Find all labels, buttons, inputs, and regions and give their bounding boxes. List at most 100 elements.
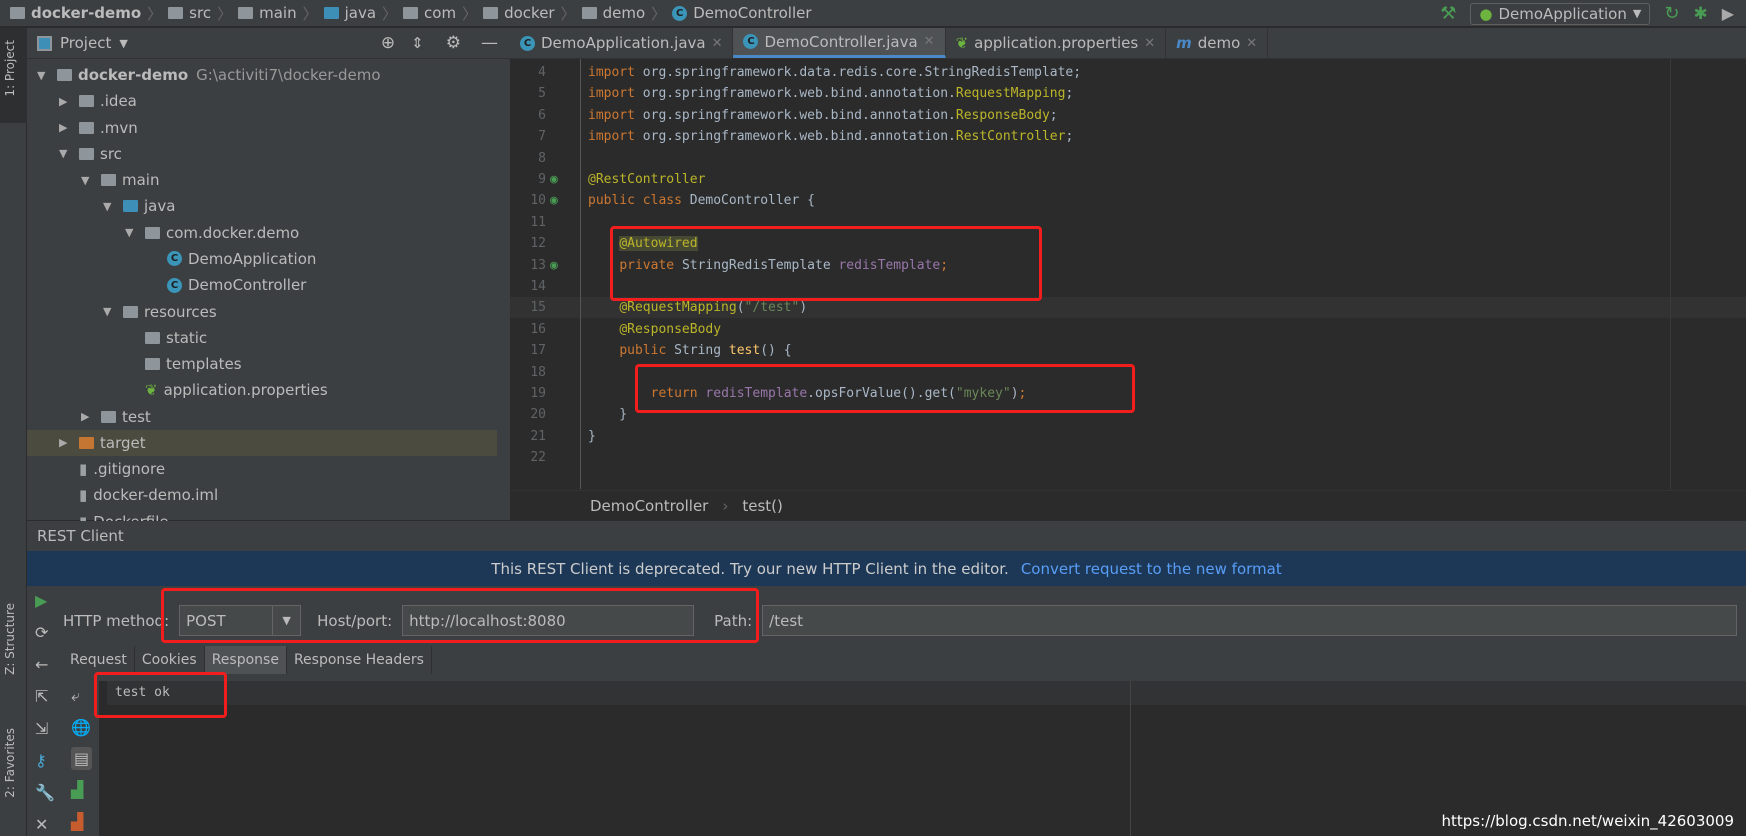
refresh-icon[interactable]: ⟳ <box>35 623 48 642</box>
tree-item[interactable]: ▶ target <box>27 429 497 456</box>
line-number: 16 <box>530 321 546 337</box>
tree-item[interactable]: C DemoApplication <box>27 246 497 272</box>
tree-item[interactable]: ▼ main <box>27 167 497 193</box>
path-input[interactable]: /test <box>762 605 1738 636</box>
run-coverage-icon[interactable]: ▶ <box>1722 4 1734 23</box>
tree-item-label: DemoController <box>188 276 307 295</box>
breadcrumb-item[interactable]: com <box>424 4 456 22</box>
run-config-select[interactable]: ● DemoApplication ▼ <box>1470 2 1651 25</box>
tree-item[interactable]: ▮ .gitignore <box>27 456 497 482</box>
expanded-arrow-icon[interactable]: ▼ <box>37 69 51 82</box>
expanded-arrow-icon[interactable]: ▼ <box>81 174 95 187</box>
tree-item[interactable]: ▶ test <box>27 404 497 430</box>
keys-icon[interactable]: ⚷ <box>35 751 47 770</box>
run-request-icon[interactable]: ▶ <box>35 591 47 610</box>
tree-item[interactable]: ▮ docker-demo.iml <box>27 482 497 508</box>
tree-item[interactable]: ▶ .idea <box>27 88 497 114</box>
breadcrumb-item[interactable]: demo <box>603 4 646 22</box>
collapsed-arrow-icon[interactable]: ▶ <box>59 95 73 108</box>
breadcrumb-item[interactable]: java <box>345 4 376 22</box>
editor-tab[interactable]: C DemoApplication.java ✕ <box>510 28 734 58</box>
html-view-icon[interactable]: ▟ <box>71 780 83 799</box>
editor-tab[interactable]: ❦ application.properties ✕ <box>946 28 1167 58</box>
line-number: 8 <box>538 150 546 166</box>
code-text: } <box>588 426 596 447</box>
build-hammer-icon[interactable]: ⚒ <box>1440 3 1456 24</box>
maven-icon: m <box>1176 34 1192 52</box>
xml-view-icon[interactable]: ▟ <box>71 812 83 831</box>
back-arrow-icon[interactable]: ← <box>35 655 48 674</box>
spring-properties-icon: ❦ <box>955 34 969 52</box>
tool-tab-project[interactable]: 1: Project <box>3 40 17 97</box>
editor-tab[interactable]: m demo ✕ <box>1166 28 1269 58</box>
debug-bug-icon[interactable]: ✱ <box>1693 4 1707 24</box>
locate-icon[interactable]: ⊕ <box>381 33 395 53</box>
editor-tab[interactable]: C DemoController.java ✕ <box>733 28 946 58</box>
file-icon: ▮ <box>79 486 88 505</box>
gear-icon[interactable]: ⚙ <box>446 33 461 53</box>
tree-item[interactable]: ▶ .mvn <box>27 115 497 141</box>
code-line: 17 public String test() { <box>510 340 1746 361</box>
rerun-icon[interactable]: ↻ <box>1664 3 1679 24</box>
close-tab-icon[interactable]: ✕ <box>1144 36 1155 51</box>
tree-item[interactable]: ▼ com.docker.demo <box>27 220 497 246</box>
separator-chevron-icon: 〉 <box>382 4 398 23</box>
close-tab-icon[interactable]: ✕ <box>712 36 723 51</box>
globe-icon[interactable]: 🌐 <box>71 718 91 737</box>
breadcrumb-item[interactable]: main <box>259 4 296 22</box>
close-icon[interactable]: ✕ <box>35 815 48 834</box>
tree-item[interactable]: ▼ java <box>27 193 497 219</box>
tree-item-label: .mvn <box>100 118 138 137</box>
tab-request[interactable]: Request <box>63 646 135 674</box>
tree-item[interactable]: ❦ application.properties <box>27 377 497 403</box>
export-icon[interactable]: ⇱ <box>35 687 48 706</box>
expanded-arrow-icon[interactable]: ▼ <box>59 147 73 160</box>
breadcrumb-item[interactable]: DemoController <box>693 4 811 22</box>
breadcrumb-item[interactable]: docker <box>504 4 555 22</box>
collapsed-arrow-icon[interactable]: ▶ <box>59 436 73 449</box>
tree-item[interactable]: ▼ docker-demo G:\activiti7\docker-demo <box>27 62 497 88</box>
close-tab-icon[interactable]: ✕ <box>924 34 935 49</box>
spring-bean-icon[interactable]: ◉ <box>550 169 558 190</box>
tool-tab-favorites[interactable]: 2: Favorites <box>3 728 17 798</box>
import-icon[interactable]: ⇲ <box>35 719 48 738</box>
autowired-navigate-icon[interactable]: ◉ <box>550 255 558 276</box>
collapsed-arrow-icon[interactable]: ▶ <box>59 121 73 134</box>
chevron-down-icon[interactable]: ▼ <box>119 37 127 50</box>
hide-icon[interactable]: — <box>481 33 498 53</box>
crumb-method[interactable]: test() <box>742 497 783 515</box>
editor-tab-label: DemoApplication.java <box>541 34 706 52</box>
convert-request-link[interactable]: Convert request to the new format <box>1021 560 1282 578</box>
expanded-arrow-icon[interactable]: ▼ <box>103 200 117 213</box>
code-line: 9 ◉ @RestController <box>510 169 1746 190</box>
project-view-selector[interactable]: Project <box>60 34 111 52</box>
crumb-class[interactable]: DemoController <box>590 497 708 515</box>
spring-bean-icon[interactable]: ◉ <box>550 190 558 211</box>
tree-item[interactable]: templates <box>27 351 497 377</box>
tree-item[interactable]: C DemoController <box>27 272 497 298</box>
separator-chevron-icon: 〉 <box>147 4 163 23</box>
tree-item[interactable]: ▼ resources <box>27 299 497 325</box>
tab-response[interactable]: Response <box>204 646 287 674</box>
tree-item[interactable]: static <box>27 325 497 351</box>
folder-icon <box>403 7 419 19</box>
collapse-all-icon[interactable]: ⇕ <box>411 34 424 52</box>
tab-response-headers[interactable]: Response Headers <box>287 646 432 674</box>
tree-item-label: application.properties <box>163 381 328 400</box>
code-text: public String test() { <box>588 340 791 361</box>
tab-cookies[interactable]: Cookies <box>135 646 205 674</box>
document-icon[interactable]: ▤ <box>71 747 93 770</box>
close-tab-icon[interactable]: ✕ <box>1246 36 1257 51</box>
soft-wrap-icon[interactable]: ⤶ <box>71 686 80 706</box>
line-number: 15 <box>530 300 546 316</box>
breadcrumb-item[interactable]: docker-demo <box>31 4 141 22</box>
expanded-arrow-icon[interactable]: ▼ <box>125 226 139 239</box>
line-number: 6 <box>538 107 546 123</box>
collapsed-arrow-icon[interactable]: ▶ <box>81 410 95 423</box>
tool-tab-structure[interactable]: Z: Structure <box>3 603 17 675</box>
tree-item[interactable]: ▼ src <box>27 141 497 167</box>
expanded-arrow-icon[interactable]: ▼ <box>103 305 117 318</box>
wrench-icon[interactable]: 🔧 <box>35 783 55 802</box>
breadcrumb-item[interactable]: src <box>189 4 211 22</box>
